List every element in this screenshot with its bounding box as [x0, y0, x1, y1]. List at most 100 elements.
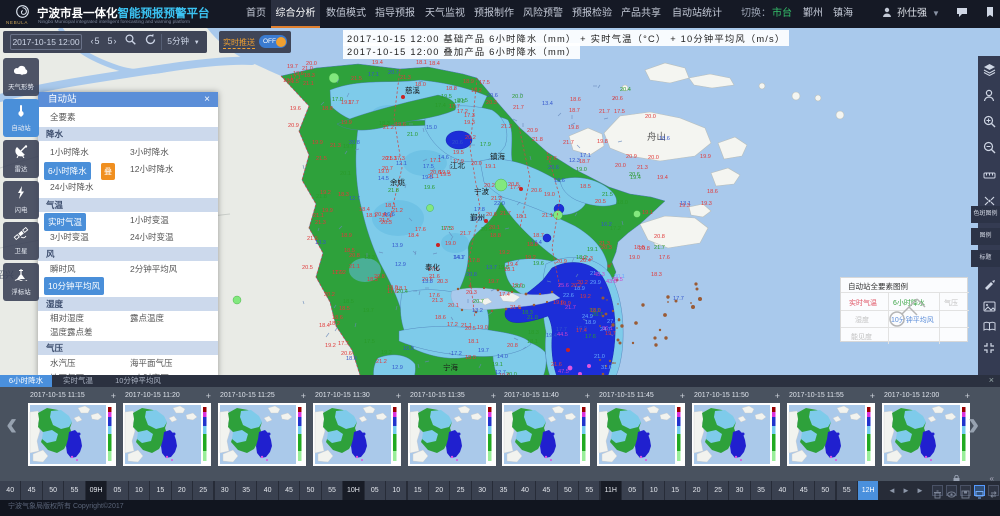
svg-text:19.6: 19.6 — [553, 300, 564, 306]
svg-text:12.3: 12.3 — [569, 158, 580, 164]
svg-text:20.3: 20.3 — [437, 279, 448, 285]
svg-text:14.0: 14.0 — [497, 354, 508, 360]
svg-text:18.1: 18.1 — [385, 203, 396, 209]
svg-text:21.6: 21.6 — [551, 362, 562, 368]
svg-text:18.7: 18.7 — [579, 159, 590, 165]
svg-text:17.5: 17.5 — [364, 339, 375, 345]
svg-text:20.0: 20.0 — [471, 161, 482, 167]
svg-text:18.9: 18.9 — [585, 320, 596, 326]
svg-text:19.5: 19.5 — [422, 175, 433, 181]
svg-text:16.2: 16.2 — [601, 222, 612, 228]
svg-text:20.0: 20.0 — [514, 284, 525, 290]
svg-text:22.6: 22.6 — [563, 293, 574, 299]
svg-text:17.6: 17.6 — [659, 255, 670, 261]
svg-text:18.4: 18.4 — [408, 233, 419, 239]
svg-text:18.1: 18.1 — [416, 60, 427, 66]
svg-text:19.9: 19.9 — [312, 140, 323, 146]
svg-text:18.3: 18.3 — [364, 255, 375, 261]
svg-text:慈溪: 慈溪 — [405, 85, 420, 95]
svg-text:12.1: 12.1 — [396, 161, 407, 167]
svg-text:18.7: 18.7 — [569, 108, 580, 114]
svg-text:20.0: 20.0 — [648, 155, 659, 161]
svg-text:19.3: 19.3 — [464, 120, 475, 126]
svg-text:19.6: 19.6 — [395, 122, 406, 128]
svg-text:19.2: 19.2 — [325, 343, 336, 349]
svg-text:19.6: 19.6 — [424, 185, 435, 191]
svg-text:19.7: 19.7 — [287, 64, 298, 70]
svg-text:21.7: 21.7 — [513, 105, 524, 111]
svg-text:19.8: 19.8 — [597, 139, 608, 145]
svg-text:19.0: 19.0 — [544, 192, 555, 198]
svg-text:14.5: 14.5 — [378, 176, 389, 182]
svg-text:18.3: 18.3 — [528, 330, 539, 336]
svg-text:19.0: 19.0 — [576, 167, 587, 173]
svg-text:20.9: 20.9 — [288, 123, 299, 129]
svg-text:18.5: 18.5 — [580, 184, 591, 190]
svg-text:17.2: 17.2 — [335, 270, 346, 276]
svg-text:20.9: 20.9 — [626, 154, 637, 160]
svg-text:20.1: 20.1 — [448, 303, 459, 309]
svg-text:20.6: 20.6 — [531, 188, 542, 194]
svg-text:19.4: 19.4 — [657, 175, 668, 181]
svg-text:12.9: 12.9 — [392, 365, 403, 371]
svg-text:19.0: 19.0 — [477, 325, 488, 331]
svg-text:20.2: 20.2 — [571, 283, 582, 289]
svg-text:17.6: 17.6 — [546, 156, 557, 162]
svg-text:20.3: 20.3 — [486, 100, 497, 106]
svg-text:21.5: 21.5 — [602, 192, 613, 198]
svg-text:21.7: 21.7 — [460, 231, 471, 237]
svg-text:17.6: 17.6 — [415, 227, 426, 233]
svg-text:21.3: 21.3 — [400, 75, 411, 81]
svg-text:21.8: 21.8 — [388, 188, 399, 194]
svg-text:20.6: 20.6 — [629, 172, 640, 178]
svg-text:43.6: 43.6 — [606, 279, 617, 285]
svg-text:19.0: 19.0 — [445, 241, 456, 247]
svg-text:18.4: 18.4 — [359, 207, 370, 213]
svg-text:21.0: 21.0 — [407, 132, 418, 138]
svg-text:18.1: 18.1 — [516, 214, 527, 220]
svg-text:27.0: 27.0 — [607, 319, 618, 325]
svg-text:21.2: 21.2 — [383, 125, 394, 131]
svg-text:20.1: 20.1 — [340, 171, 351, 177]
svg-text:14.7: 14.7 — [454, 255, 465, 261]
svg-text:17.6: 17.6 — [429, 293, 440, 299]
svg-text:16.0: 16.0 — [403, 346, 414, 352]
svg-text:44.5: 44.5 — [557, 332, 568, 338]
svg-text:18.8: 18.8 — [446, 86, 457, 92]
svg-text:20.6: 20.6 — [341, 351, 352, 357]
svg-text:19.9: 19.9 — [341, 120, 352, 126]
svg-text:18.6: 18.6 — [554, 178, 565, 184]
svg-text:17.5: 17.5 — [479, 80, 490, 86]
svg-text:19.6: 19.6 — [290, 106, 301, 112]
svg-text:17.7: 17.7 — [348, 100, 359, 106]
svg-text:19.7: 19.7 — [488, 279, 499, 285]
svg-text:20.0: 20.0 — [645, 114, 656, 120]
svg-text:20.6: 20.6 — [487, 93, 498, 99]
svg-text:18.0: 18.0 — [590, 308, 601, 314]
svg-text:12.9: 12.9 — [395, 262, 406, 268]
svg-text:20.6: 20.6 — [612, 96, 623, 102]
svg-text:19.7: 19.7 — [363, 308, 374, 314]
svg-text:19.6: 19.6 — [533, 261, 544, 267]
svg-text:20.0: 20.0 — [512, 94, 523, 100]
svg-text:21.0: 21.0 — [302, 66, 313, 72]
svg-text:18.8: 18.8 — [527, 242, 538, 248]
svg-text:20.6: 20.6 — [548, 165, 559, 171]
svg-text:18.1: 18.1 — [527, 339, 538, 345]
svg-text:20.5: 20.5 — [595, 199, 606, 205]
svg-text:18.2: 18.2 — [471, 88, 482, 94]
svg-text:21.5: 21.5 — [351, 76, 362, 82]
svg-text:18.0: 18.0 — [465, 355, 476, 361]
svg-text:21.3: 21.3 — [637, 165, 648, 171]
svg-text:18.2: 18.2 — [329, 321, 340, 327]
svg-text:20.5: 20.5 — [302, 265, 313, 271]
svg-text:20.8: 20.8 — [507, 343, 518, 349]
svg-text:19.0: 19.0 — [439, 170, 450, 176]
svg-text:19.7: 19.7 — [478, 348, 489, 354]
svg-text:19.2: 19.2 — [525, 255, 536, 261]
svg-text:21.7: 21.7 — [599, 109, 610, 115]
svg-text:18.7: 18.7 — [533, 233, 544, 239]
svg-text:19.4: 19.4 — [372, 60, 383, 66]
svg-text:21.5: 21.5 — [307, 236, 318, 242]
svg-text:21.1: 21.1 — [461, 323, 472, 329]
